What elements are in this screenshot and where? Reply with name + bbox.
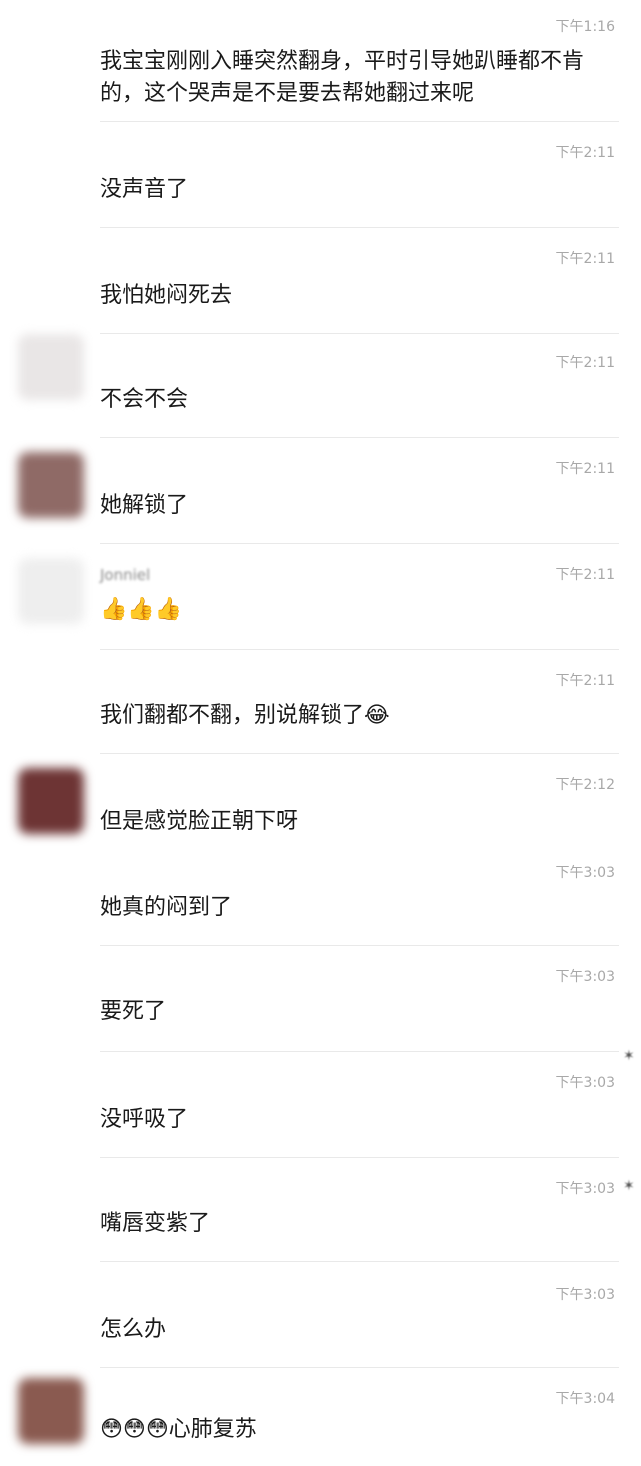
message-time: 下午2:11 [555, 145, 615, 161]
message-time: 下午2:11 [555, 461, 615, 477]
chat-message: 下午2:12 但是感觉脸正朝下呀 [0, 754, 641, 844]
avatar[interactable] [18, 452, 84, 518]
chat-message: 下午3:03 她真的闷到了 [0, 844, 641, 946]
message-time: 下午3:03 [555, 1181, 615, 1197]
message-time: 下午3:04 [555, 1391, 615, 1407]
message-text: 怎么办 [100, 1317, 167, 1342]
chat-message: 下午2:11 我们翻都不翻，别说解锁了😂 [0, 650, 641, 754]
message-text: 但是感觉脸正朝下呀 [100, 809, 299, 834]
message-time: 下午2:12 [555, 777, 615, 793]
message-text: 我怕她闷死去 [100, 283, 233, 308]
chat-message: 下午3:03 要死了 [0, 946, 641, 1052]
message-time: 下午3:03 [555, 1287, 615, 1303]
message-time: 下午3:03 [555, 865, 615, 881]
message-text: 👍👍👍 [100, 597, 183, 622]
chat-message: 下午3:03 没呼吸了 [0, 1052, 641, 1158]
message-text: 不会不会 [100, 387, 189, 412]
message-time: 下午2:11 [555, 673, 615, 689]
message-text: 要死了 [100, 999, 167, 1024]
message-text: 我宝宝刚刚入睡突然翻身，平时引导她趴睡都不肯的，这个哭声是不是要去帮她翻过来呢 [100, 49, 585, 106]
message-time: 下午2:11 [555, 251, 615, 267]
side-mark-icon: ✶ [623, 1178, 635, 1194]
avatar[interactable] [18, 334, 84, 400]
avatar[interactable] [18, 768, 84, 834]
message-time: 下午3:03 [555, 969, 615, 985]
sender-name: Jonniel [100, 566, 151, 584]
message-text: 没声音了 [100, 177, 189, 202]
side-mark-icon: ✶ [623, 1048, 635, 1064]
message-time: 下午1:16 [555, 19, 615, 35]
message-time: 下午2:11 [555, 567, 615, 583]
chat-message: 下午2:11 她解锁了 [0, 438, 641, 544]
avatar[interactable] [18, 1378, 84, 1444]
message-text: 没呼吸了 [100, 1107, 189, 1132]
chat-message: 下午2:11 没声音了 [0, 122, 641, 228]
chat-message: 下午3:03 怎么办 [0, 1262, 641, 1368]
chat-message: 下午2:11 我怕她闷死去 [0, 228, 641, 334]
chat-message: 下午3:03 嘴唇变紫了 [0, 1158, 641, 1262]
chat-message: Jonniel 下午2:11 👍👍👍 [0, 544, 641, 650]
chat-message: 下午2:11 不会不会 [0, 334, 641, 438]
message-text: 她真的闷到了 [100, 895, 233, 920]
chat-message-list[interactable]: 下午1:16 我宝宝刚刚入睡突然翻身，平时引导她趴睡都不肯的，这个哭声是不是要去… [0, 0, 641, 1466]
message-text: 嘴唇变紫了 [100, 1211, 211, 1236]
message-text: 😳😳😳心肺复苏 [100, 1417, 257, 1442]
message-time: 下午2:11 [555, 355, 615, 371]
avatar[interactable] [18, 558, 84, 624]
chat-message: 下午1:16 我宝宝刚刚入睡突然翻身，平时引导她趴睡都不肯的，这个哭声是不是要去… [0, 0, 641, 122]
message-text: 她解锁了 [100, 493, 189, 518]
chat-message: 下午3:04 😳😳😳心肺复苏 [0, 1368, 641, 1466]
message-text: 我们翻都不翻，别说解锁了😂 [100, 703, 390, 728]
message-time: 下午3:03 [555, 1075, 615, 1091]
